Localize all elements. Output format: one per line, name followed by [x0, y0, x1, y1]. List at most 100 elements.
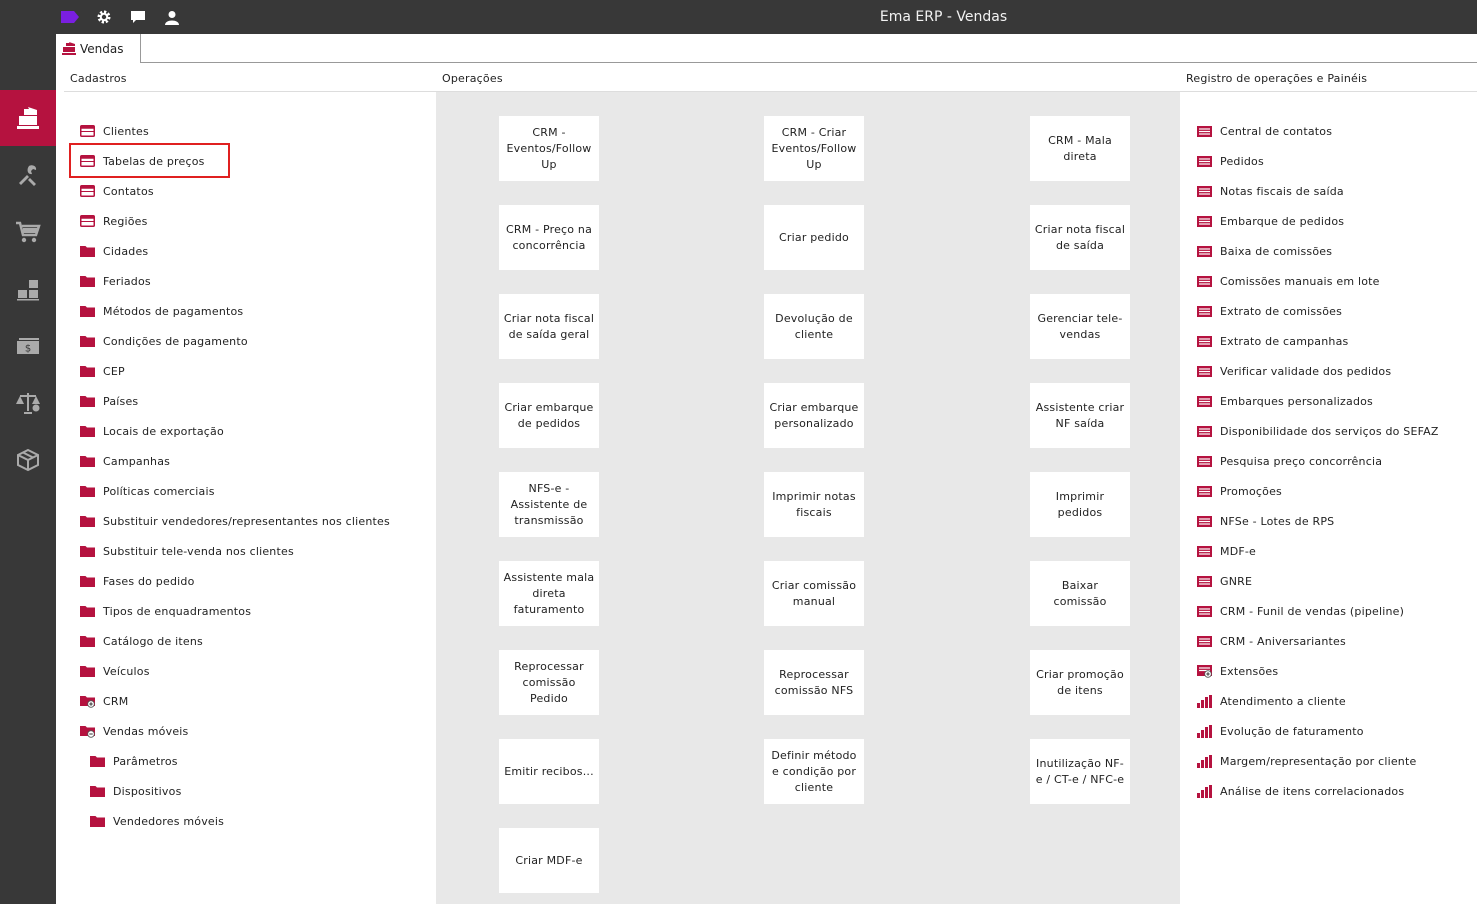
folder-icon — [90, 815, 105, 827]
registro-baixa-de-comissoes[interactable]: Baixa de comissões — [1197, 242, 1332, 260]
cadastro-tipos-de-enquadramentos[interactable]: Tipos de enquadramentos — [80, 602, 251, 620]
cadastro-paises[interactable]: Países — [80, 392, 138, 410]
list-icon — [1197, 305, 1212, 317]
operation-criar-mdf-e[interactable]: Criar MDF-e — [499, 828, 599, 893]
cadastro-label: Fases do pedido — [103, 574, 195, 588]
cadastro-regioes[interactable]: Regiões — [80, 212, 148, 230]
sales-register-icon[interactable] — [0, 90, 56, 146]
list-icon — [1197, 515, 1212, 527]
registro-header: Registro de operações e Painéis — [1186, 72, 1368, 85]
registro-crm-aniversariantes[interactable]: CRM - Aniversariantes — [1197, 632, 1346, 650]
list-plus-icon — [1197, 664, 1212, 678]
cadastro-tabelas-de-precos[interactable]: Tabelas de preços — [80, 152, 205, 170]
registro-central-de-contatos[interactable]: Central de contatos — [1197, 122, 1332, 140]
operation-crm-preco-na-concorrencia[interactable]: CRM - Preço na concorrência — [499, 205, 599, 270]
tools-icon[interactable] — [0, 147, 56, 203]
cadastro-locais-de-exportacao[interactable]: Locais de exportação — [80, 422, 224, 440]
operation-nfs-e-assistente-de-transmissao[interactable]: NFS-e - Assistente de transmissão — [499, 472, 599, 537]
operation-criar-pedido[interactable]: Criar pedido — [764, 205, 864, 270]
registro-notas-fiscais-de-saida[interactable]: Notas fiscais de saída — [1197, 182, 1344, 200]
registro-label: Embarques personalizados — [1220, 394, 1373, 408]
operation-imprimir-notas-fiscais[interactable]: Imprimir notas fiscais — [764, 472, 864, 537]
registro-promocoes[interactable]: Promoções — [1197, 482, 1282, 500]
list-icon — [1197, 125, 1212, 137]
operation-devolucao-de-cliente[interactable]: Devolução de cliente — [764, 294, 864, 359]
registro-extrato-de-campanhas[interactable]: Extrato de campanhas — [1197, 332, 1348, 350]
folder-minus-icon — [80, 725, 95, 738]
operation-criar-comissao-manual[interactable]: Criar comissão manual — [764, 561, 864, 626]
operation-gerenciar-tele-vendas[interactable]: Gerenciar tele-vendas — [1030, 294, 1130, 359]
registro-label: Extrato de comissões — [1220, 304, 1343, 318]
registro-verificar-validade-dos-pedidos[interactable]: Verificar validade dos pedidos — [1197, 362, 1391, 380]
registro-extrato-de-comissoes[interactable]: Extrato de comissões — [1197, 302, 1342, 320]
operation-criar-promocao-de-itens[interactable]: Criar promoção de itens — [1030, 650, 1130, 715]
operation-criar-nota-fiscal-de-saida[interactable]: Criar nota fiscal de saída — [1030, 205, 1130, 270]
operation-definir-metodo-e-condicao-por-cliente[interactable]: Definir método e condição por cliente — [764, 739, 864, 804]
scale-icon[interactable] — [0, 375, 56, 431]
registro-margem-representacao-por-cliente[interactable]: Margem/representação por cliente — [1197, 752, 1416, 770]
cadastro-clientes[interactable]: Clientes — [80, 122, 149, 140]
cadastro-contatos[interactable]: Contatos — [80, 182, 154, 200]
money-icon[interactable]: $ — [0, 318, 56, 374]
registro-crm-funil-de-vendas-pipeline[interactable]: CRM - Funil de vendas (pipeline) — [1197, 602, 1404, 620]
registro-mdf-e[interactable]: MDF-e — [1197, 542, 1256, 560]
cadastro-cep[interactable]: CEP — [80, 362, 125, 380]
cadastro-substituir-tele-venda-nos-clientes[interactable]: Substituir tele-venda nos clientes — [80, 542, 294, 560]
registro-gnre[interactable]: GNRE — [1197, 572, 1252, 590]
operation-emitir-recibos[interactable]: Emitir recibos... — [499, 739, 599, 804]
bar-chart-icon — [1197, 694, 1212, 708]
operation-reprocessar-comissao-nfs[interactable]: Reprocessar comissão NFS — [764, 650, 864, 715]
cadastro-catalogo-de-itens[interactable]: Catálogo de itens — [80, 632, 203, 650]
cadastro-vendedores-moveis[interactable]: Vendedores móveis — [90, 812, 224, 830]
registro-disponibilidade-dos-servicos-do-sefaz[interactable]: Disponibilidade dos serviços do SEFAZ — [1197, 422, 1439, 440]
registro-nfse-lotes-de-rps[interactable]: NFSe - Lotes de RPS — [1197, 512, 1334, 530]
folder-icon — [80, 335, 95, 347]
operation-reprocessar-comissao-pedido[interactable]: Reprocessar comissão Pedido — [499, 650, 599, 715]
cadastro-campanhas[interactable]: Campanhas — [80, 452, 170, 470]
cadastro-dispositivos[interactable]: Dispositivos — [90, 782, 182, 800]
operation-crm-eventos-follow-up[interactable]: CRM - Eventos/Follow Up — [499, 116, 599, 181]
cadastro-feriados[interactable]: Feriados — [80, 272, 151, 290]
cadastro-politicas-comerciais[interactable]: Políticas comerciais — [80, 482, 215, 500]
tab-vendas[interactable]: Vendas — [56, 34, 141, 63]
registro-comissoes-manuais-em-lote[interactable]: Comissões manuais em lote — [1197, 272, 1380, 290]
registro-label: Embarque de pedidos — [1220, 214, 1345, 228]
registro-pedidos[interactable]: Pedidos — [1197, 152, 1264, 170]
operation-imprimir-pedidos[interactable]: Imprimir pedidos — [1030, 472, 1130, 537]
list-icon — [1197, 365, 1212, 377]
operation-criar-nota-fiscal-de-saida-geral[interactable]: Criar nota fiscal de saída geral — [499, 294, 599, 359]
cadastro-cidades[interactable]: Cidades — [80, 242, 148, 260]
cadastro-veiculos[interactable]: Veículos — [80, 662, 150, 680]
cadastro-label: Campanhas — [103, 454, 171, 468]
registro-extensoes[interactable]: Extensões — [1197, 662, 1278, 680]
registro-evolucao-de-faturamento[interactable]: Evolução de faturamento — [1197, 722, 1364, 740]
cadastro-metodos-de-pagamentos[interactable]: Métodos de pagamentos — [80, 302, 243, 320]
cadastro-parametros[interactable]: Parâmetros — [90, 752, 178, 770]
cadastro-fases-do-pedido[interactable]: Fases do pedido — [80, 572, 195, 590]
cadastro-substituir-vendedores-representantes-nos-clientes[interactable]: Substituir vendedores/representantes nos… — [80, 512, 390, 530]
cadastro-vendas-moveis[interactable]: Vendas móveis — [80, 722, 188, 740]
cube-icon[interactable] — [0, 432, 56, 488]
cadastro-condicoes-de-pagamento[interactable]: Condições de pagamento — [80, 332, 248, 350]
registro-label: Verificar validade dos pedidos — [1220, 364, 1392, 378]
cart-icon[interactable] — [0, 204, 56, 260]
stacked-boxes-icon[interactable] — [0, 261, 56, 317]
operation-crm-mala-direta[interactable]: CRM - Mala direta — [1030, 116, 1130, 181]
cadastro-crm[interactable]: CRM — [80, 692, 128, 710]
operation-inutilizacao-nf-e-ct-e-nfc-e[interactable]: Inutilização NF-e / CT-e / NFC-e — [1030, 739, 1130, 804]
operation-crm-criar-eventos-follow-up[interactable]: CRM - Criar Eventos/Follow Up — [764, 116, 864, 181]
cadastro-label: Catálogo de itens — [103, 634, 203, 648]
registro-embarques-personalizados[interactable]: Embarques personalizados — [1197, 392, 1373, 410]
cadastro-label: Veículos — [103, 664, 150, 678]
cadastro-label: Vendas móveis — [103, 724, 189, 738]
registro-pesquisa-preco-concorrencia[interactable]: Pesquisa preço concorrência — [1197, 452, 1382, 470]
list-icon — [1197, 485, 1212, 497]
registro-analise-de-itens-correlacionados[interactable]: Análise de itens correlacionados — [1197, 782, 1404, 800]
operation-baixar-comissao[interactable]: Baixar comissão — [1030, 561, 1130, 626]
registro-atendimento-a-cliente[interactable]: Atendimento a cliente — [1197, 692, 1346, 710]
operation-criar-embarque-de-pedidos[interactable]: Criar embarque de pedidos — [499, 383, 599, 448]
operation-assistente-mala-direta-faturamento[interactable]: Assistente mala direta faturamento — [499, 561, 599, 626]
operation-criar-embarque-personalizado[interactable]: Criar embarque personalizado — [764, 383, 864, 448]
registro-embarque-de-pedidos[interactable]: Embarque de pedidos — [1197, 212, 1344, 230]
operation-assistente-criar-nf-saida[interactable]: Assistente criar NF saída — [1030, 383, 1130, 448]
